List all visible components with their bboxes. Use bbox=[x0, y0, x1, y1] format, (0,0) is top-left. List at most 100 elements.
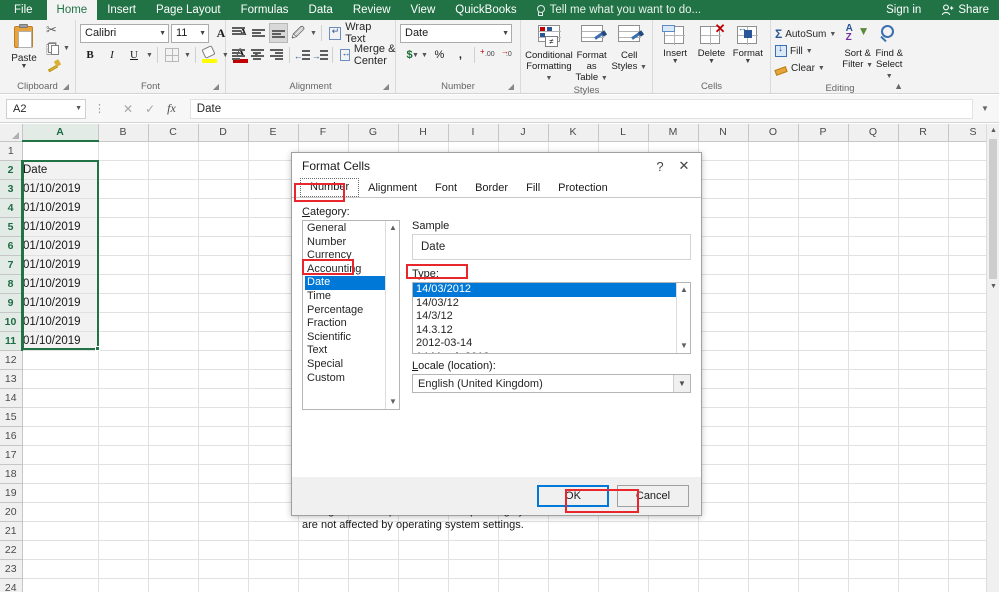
cell-O5[interactable] bbox=[748, 217, 798, 236]
cell-A1[interactable] bbox=[22, 141, 98, 160]
cell-O11[interactable] bbox=[748, 331, 798, 350]
alignment-dialog-launcher[interactable]: ◢ bbox=[383, 80, 389, 93]
scroll-up-icon[interactable]: ▲ bbox=[677, 283, 691, 297]
format-as-table-button[interactable]: Format as Table ▼ bbox=[573, 24, 611, 84]
sort-filter-button[interactable]: AZ▼ Sort & Filter ▼ bbox=[842, 24, 874, 71]
vertical-scrollbar[interactable]: ▲ ▼ bbox=[986, 124, 999, 592]
chevron-down-icon[interactable]: ▼ bbox=[708, 59, 715, 65]
increase-indent-button[interactable]: → bbox=[312, 45, 328, 65]
cell-D6[interactable] bbox=[198, 236, 248, 255]
formula-input[interactable]: Date bbox=[190, 99, 973, 119]
align-right-button[interactable] bbox=[268, 45, 285, 65]
cell-C24[interactable] bbox=[148, 578, 198, 592]
number-dialog-launcher[interactable]: ◢ bbox=[508, 80, 514, 93]
tab-review[interactable]: Review bbox=[343, 0, 401, 20]
cell-D7[interactable] bbox=[198, 255, 248, 274]
cell-Q23[interactable] bbox=[848, 559, 898, 578]
cell-F24[interactable] bbox=[298, 578, 348, 592]
cell-Q4[interactable] bbox=[848, 198, 898, 217]
cell-R10[interactable] bbox=[898, 312, 948, 331]
cell-L23[interactable] bbox=[598, 559, 648, 578]
cell-C15[interactable] bbox=[148, 407, 198, 426]
cell-P13[interactable] bbox=[798, 369, 848, 388]
cut-button[interactable] bbox=[46, 24, 70, 39]
cell-R23[interactable] bbox=[898, 559, 948, 578]
italic-button[interactable]: I bbox=[102, 45, 122, 65]
row-header-22[interactable]: 22 bbox=[0, 540, 22, 559]
cell-Q20[interactable] bbox=[848, 502, 898, 521]
cell-G22[interactable] bbox=[348, 540, 398, 559]
find-select-button[interactable]: Find & Select ▼ bbox=[873, 24, 905, 82]
bold-button[interactable]: B bbox=[80, 45, 100, 65]
chevron-down-icon[interactable]: ▼ bbox=[744, 59, 751, 65]
cell-Q10[interactable] bbox=[848, 312, 898, 331]
row-header-10[interactable]: 10 bbox=[0, 312, 22, 331]
cell-Q8[interactable] bbox=[848, 274, 898, 293]
ok-button[interactable]: OK bbox=[537, 485, 609, 507]
cell-H23[interactable] bbox=[398, 559, 448, 578]
column-header-l[interactable]: L bbox=[598, 124, 648, 141]
cell-R7[interactable] bbox=[898, 255, 948, 274]
select-all-button[interactable] bbox=[0, 124, 22, 141]
cell-F22[interactable] bbox=[298, 540, 348, 559]
cell-Q3[interactable] bbox=[848, 179, 898, 198]
cell-B8[interactable] bbox=[98, 274, 148, 293]
name-box[interactable]: A2 ▼ bbox=[6, 99, 86, 119]
font-name-combo[interactable]: Calibri ▼ bbox=[80, 24, 169, 43]
row-header-3[interactable]: 3 bbox=[0, 179, 22, 198]
cell-B17[interactable] bbox=[98, 445, 148, 464]
cell-O16[interactable] bbox=[748, 426, 798, 445]
cell-N5[interactable] bbox=[698, 217, 748, 236]
chevron-down-icon[interactable]: ▼ bbox=[184, 52, 191, 59]
cell-D11[interactable] bbox=[198, 331, 248, 350]
borders-button[interactable] bbox=[162, 45, 182, 65]
cell-N13[interactable] bbox=[698, 369, 748, 388]
cell-C18[interactable] bbox=[148, 464, 198, 483]
column-header-g[interactable]: G bbox=[348, 124, 398, 141]
cell-P19[interactable] bbox=[798, 483, 848, 502]
cell-O3[interactable] bbox=[748, 179, 798, 198]
chevron-down-icon[interactable]: ▼ bbox=[818, 65, 825, 72]
column-header-o[interactable]: O bbox=[748, 124, 798, 141]
cell-P7[interactable] bbox=[798, 255, 848, 274]
cell-A18[interactable] bbox=[22, 464, 98, 483]
cell-B16[interactable] bbox=[98, 426, 148, 445]
font-dialog-launcher[interactable]: ◢ bbox=[213, 80, 219, 93]
expand-formula-bar-button[interactable]: ▼ bbox=[977, 104, 993, 113]
cell-N10[interactable] bbox=[698, 312, 748, 331]
column-header-c[interactable]: C bbox=[148, 124, 198, 141]
cell-B23[interactable] bbox=[98, 559, 148, 578]
comma-format-button[interactable]: , bbox=[451, 45, 470, 65]
type-scrollbar[interactable]: ▲ ▼ bbox=[676, 283, 690, 353]
row-header-20[interactable]: 20 bbox=[0, 502, 22, 521]
column-header-f[interactable]: F bbox=[298, 124, 348, 141]
cell-A2[interactable]: Date bbox=[22, 160, 98, 179]
cell-O17[interactable] bbox=[748, 445, 798, 464]
cell-P21[interactable] bbox=[798, 521, 848, 540]
type-listbox[interactable]: 14/03/201214/03/1214/3/1214.3.122012-03-… bbox=[412, 282, 691, 354]
cell-P15[interactable] bbox=[798, 407, 848, 426]
cell-N9[interactable] bbox=[698, 293, 748, 312]
cell-B6[interactable] bbox=[98, 236, 148, 255]
cell-Q14[interactable] bbox=[848, 388, 898, 407]
tell-me-search[interactable]: Tell me what you want to do... bbox=[527, 0, 710, 20]
cell-R20[interactable] bbox=[898, 502, 948, 521]
cell-Q18[interactable] bbox=[848, 464, 898, 483]
cell-R2[interactable] bbox=[898, 160, 948, 179]
decrease-decimal-button[interactable]: →.0 bbox=[500, 45, 519, 65]
cell-O19[interactable] bbox=[748, 483, 798, 502]
scroll-up-icon[interactable]: ▲ bbox=[386, 221, 400, 235]
row-header-19[interactable]: 19 bbox=[0, 483, 22, 502]
cell-I23[interactable] bbox=[448, 559, 498, 578]
cell-O2[interactable] bbox=[748, 160, 798, 179]
cell-N19[interactable] bbox=[698, 483, 748, 502]
cell-B20[interactable] bbox=[98, 502, 148, 521]
cell-O7[interactable] bbox=[748, 255, 798, 274]
row-header-5[interactable]: 5 bbox=[0, 217, 22, 236]
cell-N2[interactable] bbox=[698, 160, 748, 179]
cell-N6[interactable] bbox=[698, 236, 748, 255]
cell-Q22[interactable] bbox=[848, 540, 898, 559]
cell-O13[interactable] bbox=[748, 369, 798, 388]
column-header-p[interactable]: P bbox=[798, 124, 848, 141]
cell-N23[interactable] bbox=[698, 559, 748, 578]
